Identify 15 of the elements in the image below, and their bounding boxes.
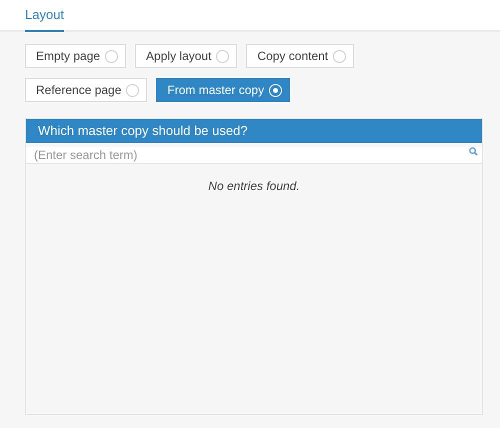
empty-message: No entries found. xyxy=(208,178,300,195)
search-field[interactable]: (Enter search term) xyxy=(26,147,482,164)
radio-icon xyxy=(269,84,282,96)
radio-icon xyxy=(126,84,140,96)
radio-icon xyxy=(333,50,346,62)
option-button[interactable]: Reference page xyxy=(25,78,148,102)
tab[interactable]: Layout xyxy=(25,4,64,32)
option-button[interactable]: Apply layout xyxy=(135,44,238,68)
search-icon xyxy=(469,147,478,156)
panel-header: Which master copy should be used? xyxy=(26,119,482,143)
radio-icon xyxy=(216,50,230,62)
radio-icon xyxy=(105,50,118,62)
option-button[interactable]: Empty page xyxy=(25,44,126,68)
option-button[interactable]: Copy content xyxy=(246,44,354,68)
option-button[interactable]: From master copy xyxy=(156,78,290,102)
